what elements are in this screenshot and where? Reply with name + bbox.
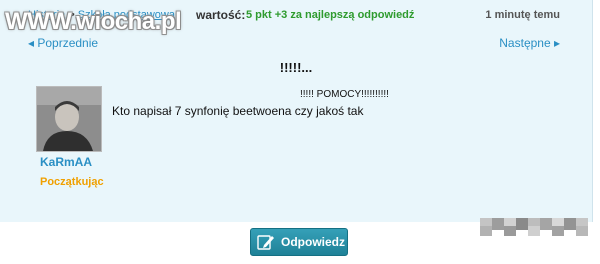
timestamp: 1 minutę temu [485, 9, 560, 21]
answer-button-label: Odpowiedz [281, 235, 345, 249]
avatar-photo-icon [37, 87, 101, 151]
question-panel: Historia > Szkoła podstawowa wartość: 5 pk… [0, 0, 593, 222]
question-header: !!!!! POMOCY!!!!!!!!!! [300, 89, 389, 100]
value-points: 5 pkt +3 za najlepszą odpowiedź [246, 9, 415, 21]
previous-link[interactable]: ◂ Poprzednie [28, 36, 98, 50]
next-link[interactable]: Następne ▸ [499, 36, 560, 50]
question-body: Kto napisał 7 synfonię beetwoena czy jak… [112, 104, 364, 118]
avatar[interactable] [36, 86, 102, 152]
watermark-logo: WWW.wiocha.pl [5, 8, 182, 35]
pencil-icon [257, 235, 274, 250]
pixelated-censor-block [480, 218, 588, 236]
answer-button[interactable]: Odpowiedz [250, 228, 348, 256]
question-title: !!!!!... [279, 60, 313, 75]
user-rank: Początkując [40, 176, 104, 188]
value-label: wartość: [196, 8, 246, 22]
username-link[interactable]: KaRmAA [40, 155, 92, 169]
